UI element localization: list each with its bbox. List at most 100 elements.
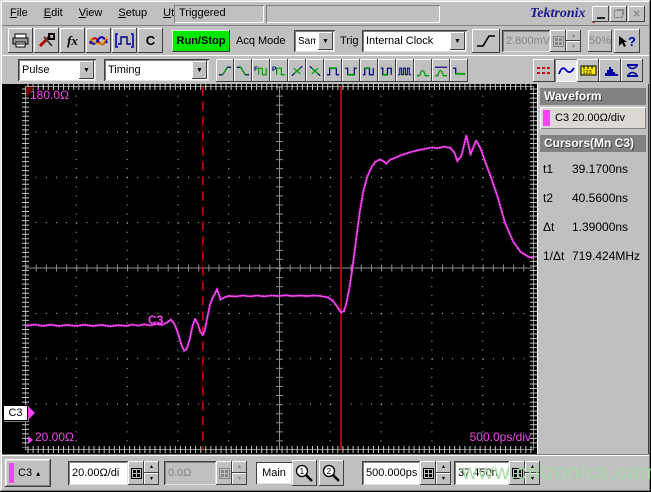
print-button[interactable] [8, 28, 33, 53]
keypad-button[interactable] [128, 461, 144, 485]
cross-plus-icon [291, 65, 303, 76]
print-icon [12, 33, 29, 48]
pos-width-button[interactable] [324, 59, 342, 82]
menu-edit[interactable]: Edit [36, 4, 71, 23]
restore-button[interactable] [610, 6, 627, 22]
fx-button[interactable]: fx [60, 28, 85, 53]
spin-up-button[interactable]: ▴ [436, 461, 451, 473]
vertical-scale-spinner[interactable]: 20.00Ω/di ▴ ▾ [68, 461, 159, 485]
chevron-down-icon[interactable]: ▼ [192, 61, 207, 79]
cross-plus-button[interactable] [288, 59, 306, 82]
waveform-database-button[interactable] [86, 28, 111, 53]
clear-button[interactable]: C [138, 28, 163, 53]
cursors-toggle-button[interactable] [533, 59, 555, 82]
chevron-down-icon[interactable]: ▼ [79, 61, 94, 79]
chevron-down-icon[interactable]: ▼ [318, 32, 333, 50]
cursor-t2-label: t2 [543, 190, 554, 205]
measurement-readout-button[interactable]: 123 [577, 59, 599, 82]
vertical-offset-spinner[interactable]: 0.0Ω ▴ ▾ [164, 461, 247, 485]
fall-time-button[interactable] [234, 59, 252, 82]
menu-view[interactable]: View [71, 4, 111, 23]
cross-minus-button[interactable] [306, 59, 324, 82]
timebase-scale-spinner[interactable]: 500.000ps ▴ ▾ [362, 461, 451, 485]
magnify-2-button[interactable]: 2 [319, 460, 344, 486]
neg-width-button[interactable] [342, 59, 360, 82]
menu-file[interactable]: File [2, 4, 36, 23]
acq-mode-value: Sample [298, 35, 316, 47]
spin-down-button[interactable]: ▾ [144, 473, 159, 485]
spin-down-button[interactable]: ▾ [436, 473, 451, 485]
measure-subcategory-select[interactable]: Timing ▼ [104, 59, 209, 81]
measure-icon: 123 [580, 65, 596, 76]
burst-button[interactable] [396, 59, 414, 82]
keypad-button[interactable] [216, 461, 232, 485]
frequency-icon: F [254, 66, 267, 75]
channel-select-button[interactable]: C3 ▴ [5, 459, 51, 487]
cursor-row-dt: Δt 1.39000ns [540, 212, 646, 241]
frequency-button[interactable]: F [252, 59, 270, 82]
spin-up-button[interactable]: ▴ [232, 461, 247, 473]
pulse-marker-button[interactable] [112, 28, 137, 53]
cursor-invdt-label: 1/Δt [543, 248, 565, 263]
neg-overshoot-button[interactable] [432, 59, 450, 82]
keypad-button[interactable] [420, 461, 436, 485]
spin-up-button[interactable]: ▴ [566, 30, 581, 41]
trig-slope-button[interactable] [472, 29, 500, 53]
histogram-button[interactable] [599, 59, 621, 82]
minimize-button[interactable] [592, 6, 609, 22]
trig-level-spinner[interactable]: 2.800mV ▴ ▾ [502, 30, 581, 52]
neg-duty-button[interactable] [378, 59, 396, 82]
help-question-mark: ? [628, 33, 636, 49]
pos-duty-icon [362, 66, 374, 75]
trig-source-select[interactable]: Internal Clock ▼ [362, 30, 467, 52]
context-help-button[interactable]: ? [614, 29, 640, 53]
measure-subcategory-value: Timing [108, 64, 141, 76]
menu-bar: File Edit View Setup Utilities Help Trig… [2, 2, 649, 26]
menu-setup[interactable]: Setup [110, 4, 155, 23]
waveform-entry-c3[interactable]: C3 20.00Ω/div [540, 107, 646, 129]
set-50pct-button[interactable]: 50% [588, 30, 612, 52]
tools-button[interactable] [34, 28, 59, 53]
ruler-digits: 123 [582, 70, 591, 76]
chevron-down-icon[interactable]: ▼ [450, 32, 465, 50]
period-icon: P [272, 66, 286, 75]
timebase-scale-value[interactable]: 500.000ps [362, 461, 420, 485]
rise-time-button[interactable] [216, 59, 234, 82]
timebase-mode-field[interactable]: Main [256, 462, 292, 484]
pulse-marker-icon [115, 33, 134, 48]
slope-icon [477, 35, 495, 47]
close-button[interactable]: × [628, 6, 645, 22]
waveform-view-button[interactable] [555, 59, 577, 82]
settling-button[interactable] [450, 59, 468, 82]
pos-duty-button[interactable] [360, 59, 378, 82]
acq-mode-label: Acq Mode [236, 35, 286, 47]
mask-icon [626, 64, 638, 77]
window-buttons: × [592, 6, 645, 22]
measure-category-select[interactable]: Pulse ▼ [18, 59, 96, 81]
keypad-button[interactable] [550, 30, 566, 52]
channel-marker-c3[interactable]: C3 [3, 405, 35, 421]
acq-mode-select[interactable]: Sample ▼ [294, 30, 335, 52]
fx-icon: fx [67, 32, 78, 48]
magnifier-2-icon: 2 [322, 464, 340, 482]
mask-button[interactable] [621, 59, 643, 82]
tektronix-logo: Tektronix [530, 6, 586, 21]
pos-width-icon [326, 66, 340, 75]
waveform-entry-text: C3 20.00Ω/div [555, 112, 625, 124]
run-stop-button[interactable]: Run/Stop [172, 30, 230, 52]
spin-down-button[interactable]: ▾ [232, 473, 247, 485]
spin-up-button[interactable]: ▴ [144, 461, 159, 473]
magnify-1-button[interactable]: 1 [292, 460, 317, 486]
trace-label-c3[interactable]: C3 [148, 313, 163, 327]
clear-icon: C [145, 33, 156, 48]
vertical-scale-value[interactable]: 20.00Ω/di [68, 461, 128, 485]
cursor-invdt-value: 719.424MHz [572, 248, 641, 263]
watermark: www.cntronics.com [462, 461, 651, 484]
period-button[interactable]: P [270, 59, 288, 82]
minimize-icon [596, 10, 605, 19]
cursor-t2-value: 40.5600ns [572, 190, 629, 205]
readout-panel: Waveform C3 20.00Ω/div Cursors(Mn C3) t1… [537, 84, 649, 454]
cursor-t1-value: 39.1700ns [572, 161, 629, 176]
spin-down-button[interactable]: ▾ [566, 41, 581, 52]
pos-overshoot-button[interactable] [414, 59, 432, 82]
